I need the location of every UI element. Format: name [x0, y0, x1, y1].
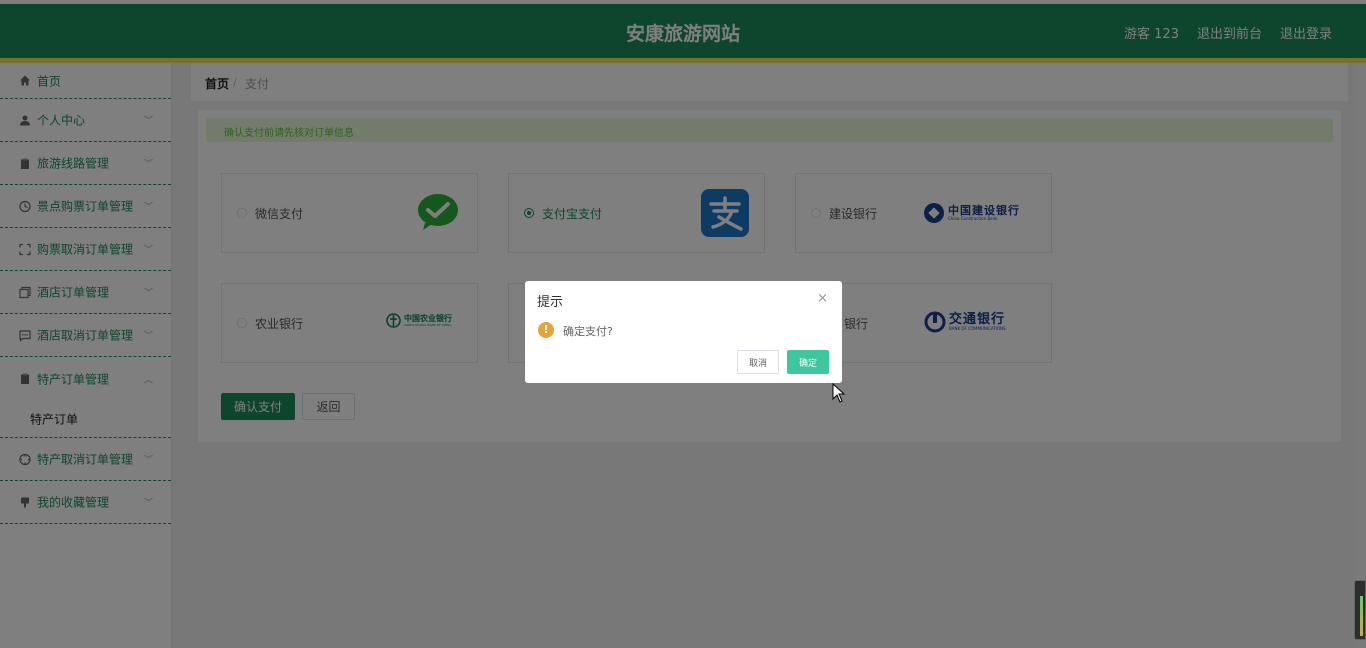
dialog-message: 确定支付? — [563, 325, 613, 338]
cancel-button[interactable]: 取消 — [737, 350, 779, 374]
warning-icon: ! — [538, 322, 554, 338]
confirm-dialog: 提示 × ! 确定支付? 取消 确定 — [525, 281, 842, 383]
close-icon[interactable]: × — [817, 291, 828, 306]
ok-button[interactable]: 确定 — [787, 350, 829, 374]
side-widget[interactable] — [1354, 580, 1366, 640]
mouse-cursor-icon — [832, 382, 846, 407]
dialog-title: 提示 — [537, 295, 564, 310]
